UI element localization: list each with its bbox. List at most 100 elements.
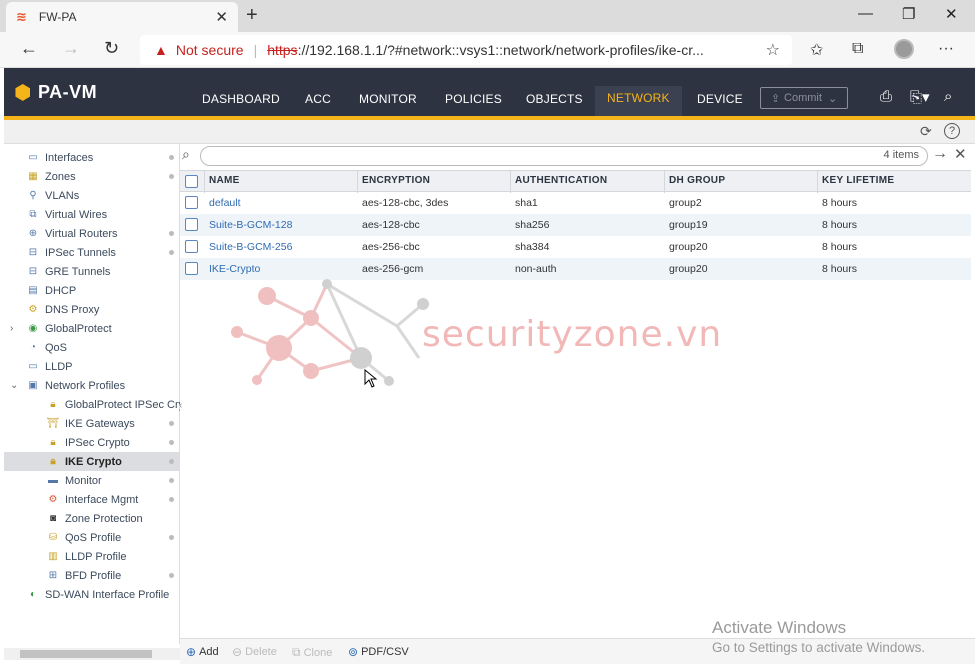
clone-button[interactable]: ⧉ Clone	[292, 645, 332, 660]
chevron-down-icon[interactable]: ⌄	[10, 380, 18, 391]
not-secure-label[interactable]: Not secure	[176, 42, 244, 58]
row-authentication: sha384	[515, 241, 550, 253]
search-nav-icon[interactable]: ⌕	[944, 88, 952, 105]
sidebar-item-label: Zones	[45, 170, 76, 183]
sidebar-item-interface-mgmt[interactable]: ⚙ Interface Mgmt	[4, 490, 180, 509]
table-row[interactable]: Suite-B-GCM-128 aes-128-cbc sha256 group…	[180, 214, 971, 236]
sidebar-item-qos[interactable]: ◔ QoS	[4, 338, 180, 357]
config-lock-icon[interactable]: ⎙	[880, 88, 892, 105]
collections-icon[interactable]: ⧉	[852, 40, 863, 58]
nav-network[interactable]: NETWORK	[595, 86, 682, 116]
refresh-icon[interactable]: ⟳	[920, 123, 932, 140]
row-encryption: aes-256-cbc	[362, 241, 420, 253]
sidebar-item-zones[interactable]: ▦ Zones	[4, 167, 180, 186]
row-name-link[interactable]: Suite-B-GCM-128	[209, 219, 292, 231]
sidebar-item-interfaces[interactable]: ▭ Interfaces	[4, 148, 180, 167]
sidebar-item-ipsec-crypto[interactable]: 🔒︎ IPSec Crypto	[4, 433, 180, 452]
sidebar-item-lldp-profile[interactable]: ▥ LLDP Profile	[4, 547, 180, 566]
browser-tab[interactable]: ≋ FW-PA ✕	[6, 2, 238, 32]
add-icon: ⊕	[186, 645, 197, 659]
sidebar-item-dns-proxy[interactable]: ⚙ DNS Proxy	[4, 300, 180, 319]
favorite-star-icon[interactable]: ☆	[766, 40, 780, 60]
sidebar-item-monitor[interactable]: ▬ Monitor	[4, 471, 180, 490]
reload-icon[interactable]: ↻	[104, 38, 119, 59]
delete-button[interactable]: ⊖ Delete	[232, 645, 277, 659]
sidebar-item-dhcp[interactable]: ▤ DHCP	[4, 281, 180, 300]
sidebar-item-ipsec-tunnels[interactable]: ⊟ IPSec Tunnels	[4, 243, 180, 262]
select-all-checkbox[interactable]	[185, 175, 198, 188]
table-row[interactable]: default aes-128-cbc, 3des sha1 group2 8 …	[180, 192, 971, 214]
column-header-dh-group[interactable]: DH GROUP	[669, 175, 725, 186]
lock-icon: 🔒︎	[50, 399, 56, 410]
sub-toolbar: ⟳ ?	[4, 120, 975, 144]
url-field[interactable]: ▲ Not secure | https ://192.168.1.1/?#ne…	[140, 35, 792, 65]
sidebar-scrollbar[interactable]	[4, 648, 180, 660]
filter-row: ⌕ 4 items → ✕	[180, 145, 975, 168]
sidebar-item-gp-ipsec-crypto[interactable]: 🔒︎ GlobalProtect IPSec Crypto	[4, 395, 180, 414]
pdf-csv-button[interactable]: ⊚ PDF/CSV	[348, 645, 409, 659]
nav-device[interactable]: DEVICE	[697, 92, 743, 106]
save-config-icon[interactable]: ⎘▾	[910, 88, 930, 106]
nav-objects[interactable]: OBJECTS	[526, 92, 583, 106]
add-button[interactable]: ⊕ Add	[186, 645, 219, 659]
sidebar-item-label: Zone Protection	[65, 512, 143, 525]
back-icon[interactable]: ←	[20, 38, 38, 59]
column-header-name[interactable]: NAME	[209, 175, 240, 186]
row-name-link[interactable]: IKE-Crypto	[209, 263, 260, 275]
row-name-link[interactable]: default	[209, 197, 241, 209]
sidebar-item-virtual-wires[interactable]: ⧉ Virtual Wires	[4, 205, 180, 224]
chevron-right-icon[interactable]: ›	[10, 323, 13, 334]
sidebar-item-network-profiles[interactable]: ⌄ ▣ Network Profiles	[4, 376, 180, 395]
favorites-icon[interactable]: ✩	[810, 40, 823, 60]
sidebar-item-gre-tunnels[interactable]: ⊟ GRE Tunnels	[4, 262, 180, 281]
commit-button[interactable]: ⇪ Commit ⌄	[760, 87, 848, 109]
row-checkbox[interactable]	[185, 218, 198, 231]
restore-icon[interactable]: ❐	[902, 5, 915, 23]
more-icon[interactable]: ···	[938, 40, 954, 58]
sidebar-item-ike-crypto[interactable]: 🔒︎ IKE Crypto	[4, 452, 180, 471]
new-tab-button[interactable]: +	[246, 4, 258, 27]
sidebar-item-qos-profile[interactable]: ⛁ QoS Profile	[4, 528, 180, 547]
column-header-authentication[interactable]: AUTHENTICATION	[515, 175, 607, 186]
clear-filter-icon[interactable]: ✕	[954, 145, 967, 163]
nav-acc[interactable]: ACC	[305, 92, 331, 106]
sidebar-item-sdwan-profile[interactable]: ◐ SD-WAN Interface Profile	[4, 585, 180, 604]
sidebar-item-ike-gateways[interactable]: ⛩ IKE Gateways	[4, 414, 180, 433]
virtual-routers-icon: ⊕	[28, 228, 38, 239]
nav-monitor[interactable]: MONITOR	[359, 92, 417, 106]
row-key-lifetime: 8 hours	[822, 263, 858, 275]
status-dot	[169, 155, 174, 160]
sidebar-item-virtual-routers[interactable]: ⊕ Virtual Routers	[4, 224, 180, 243]
scrollbar-thumb[interactable]	[20, 650, 152, 658]
sidebar-item-label: GlobalProtect IPSec Crypto	[64, 398, 180, 411]
sidebar-item-globalprotect[interactable]: › ◉ GlobalProtect	[4, 319, 180, 338]
sidebar-item-bfd-profile[interactable]: ⊞ BFD Profile	[4, 566, 180, 585]
watermark-molecule-graphic	[231, 279, 429, 386]
sidebar-item-vlans[interactable]: ⚲ VLANs	[4, 186, 180, 205]
filter-input[interactable]: 4 items	[200, 146, 928, 166]
sidebar-splitter[interactable]: ‹	[179, 400, 183, 430]
close-tab-icon[interactable]: ✕	[215, 8, 228, 26]
activate-windows-title: Activate Windows	[712, 618, 847, 637]
bfd-profile-icon: ⊞	[48, 570, 58, 581]
minimize-icon[interactable]: —	[858, 5, 873, 22]
sidebar-item-zone-protection[interactable]: ◙ Zone Protection	[4, 509, 180, 528]
column-header-key-lifetime[interactable]: KEY LIFETIME	[822, 175, 894, 186]
forward-icon[interactable]: →	[62, 38, 80, 59]
lock-icon: 🔒︎	[50, 437, 56, 448]
table-row[interactable]: Suite-B-GCM-256 aes-256-cbc sha384 group…	[180, 236, 971, 258]
row-checkbox[interactable]	[185, 196, 198, 209]
column-divider	[510, 171, 511, 193]
apply-filter-icon[interactable]: →	[932, 145, 948, 163]
column-header-encryption[interactable]: ENCRYPTION	[362, 175, 430, 186]
sidebar-item-lldp[interactable]: ▭ LLDP	[4, 357, 180, 376]
row-checkbox[interactable]	[185, 240, 198, 253]
row-name-link[interactable]: Suite-B-GCM-256	[209, 241, 292, 253]
row-checkbox[interactable]	[185, 262, 198, 275]
nav-policies[interactable]: POLICIES	[445, 92, 502, 106]
nav-dashboard[interactable]: DASHBOARD	[202, 92, 280, 106]
sidebar-item-label: LLDP Profile	[65, 550, 127, 563]
window-close-icon[interactable]: ✕	[945, 5, 958, 23]
help-icon[interactable]: ?	[944, 123, 960, 139]
profile-avatar[interactable]	[894, 39, 914, 59]
